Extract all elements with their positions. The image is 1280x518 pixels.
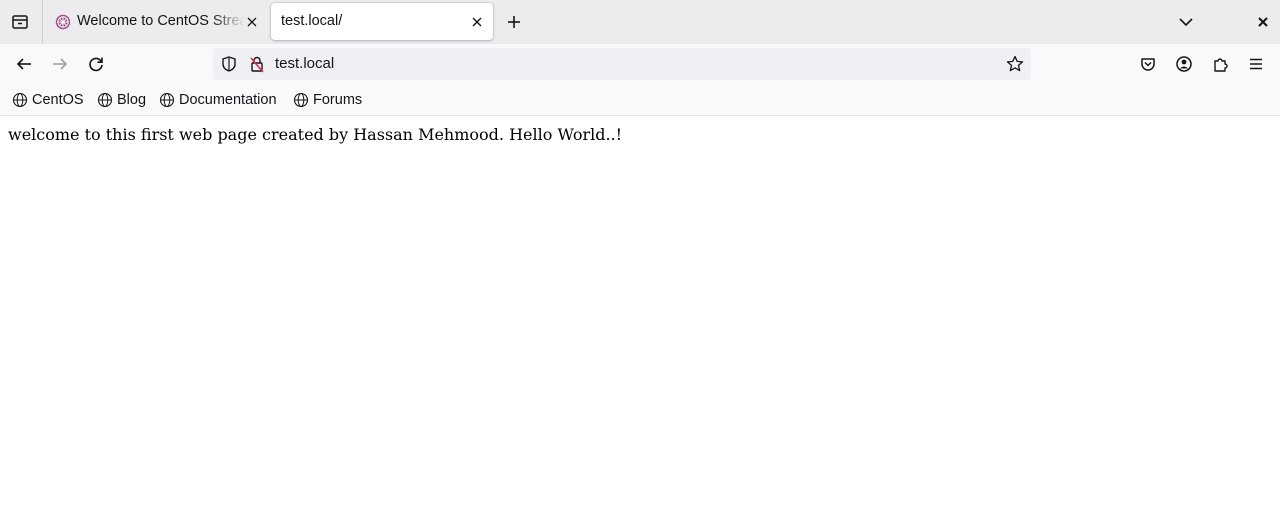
- arrow-left-icon: [16, 58, 31, 70]
- tab-test-local[interactable]: test.local/: [271, 3, 493, 40]
- bookmarks-toolbar: CentOS Blog Documentation Forums: [0, 84, 1280, 116]
- url-input[interactable]: test.local: [275, 55, 334, 72]
- site-info-button[interactable]: [243, 50, 271, 78]
- bookmark-label: CentOS: [32, 92, 84, 108]
- tab-bar: Welcome to CentOS Stream test.local/: [0, 0, 1280, 44]
- arrow-right-icon: [53, 58, 68, 70]
- tab-separator: [42, 0, 43, 44]
- plus-icon: [508, 16, 520, 28]
- back-button[interactable]: [10, 50, 38, 78]
- bookmark-blog[interactable]: Blog: [97, 91, 146, 109]
- bookmark-label: Blog: [117, 92, 147, 108]
- app-menu-button[interactable]: [1242, 50, 1270, 78]
- extensions-button[interactable]: [1206, 50, 1234, 78]
- new-tab-button[interactable]: [500, 8, 528, 36]
- globe-icon: [12, 92, 28, 108]
- tracking-protection-button[interactable]: [215, 50, 243, 78]
- hamburger-menu-icon: [1250, 58, 1262, 70]
- forward-button[interactable]: [46, 50, 74, 78]
- navigation-toolbar: test.local: [0, 44, 1280, 84]
- chevron-down-icon: [1179, 18, 1193, 27]
- close-tab-button[interactable]: [467, 12, 487, 32]
- globe-icon: [159, 92, 175, 108]
- close-icon: [247, 17, 257, 27]
- firefox-view-icon: [12, 15, 28, 29]
- page-content: welcome to this first web page created b…: [0, 116, 1280, 518]
- puzzle-icon: [1214, 58, 1228, 72]
- list-all-tabs-button[interactable]: [1172, 8, 1200, 36]
- account-icon: [1176, 56, 1192, 72]
- star-icon: [1006, 55, 1024, 72]
- centos-favicon: [55, 14, 71, 30]
- page-body-text: welcome to this first web page created b…: [8, 125, 623, 144]
- bookmark-forums[interactable]: Forums: [293, 91, 362, 109]
- tab-title: Welcome to CentOS Stream: [77, 13, 245, 29]
- close-icon: [1258, 17, 1268, 27]
- firefox-view-button[interactable]: [6, 8, 34, 36]
- bookmark-documentation[interactable]: Documentation: [159, 91, 277, 109]
- address-bar[interactable]: test.local: [213, 48, 1031, 80]
- bookmark-page-button[interactable]: [1001, 50, 1029, 78]
- tab-centos-welcome[interactable]: Welcome to CentOS Stream: [48, 3, 266, 40]
- shield-icon: [222, 56, 236, 72]
- bookmark-label: Documentation: [179, 92, 277, 108]
- reload-button[interactable]: [82, 50, 110, 78]
- account-button[interactable]: [1170, 50, 1198, 78]
- bookmark-label: Forums: [313, 92, 363, 108]
- globe-icon: [293, 92, 309, 108]
- globe-icon: [97, 92, 113, 108]
- close-icon: [472, 17, 482, 27]
- pocket-icon: [1141, 58, 1155, 71]
- close-window-button[interactable]: [1249, 8, 1277, 36]
- pocket-button[interactable]: [1134, 50, 1162, 78]
- reload-icon: [89, 57, 103, 72]
- insecure-lock-icon: [250, 56, 264, 73]
- tab-title: test.local/: [281, 13, 343, 29]
- close-tab-button[interactable]: [242, 12, 262, 32]
- bookmark-centos[interactable]: CentOS: [12, 91, 84, 109]
